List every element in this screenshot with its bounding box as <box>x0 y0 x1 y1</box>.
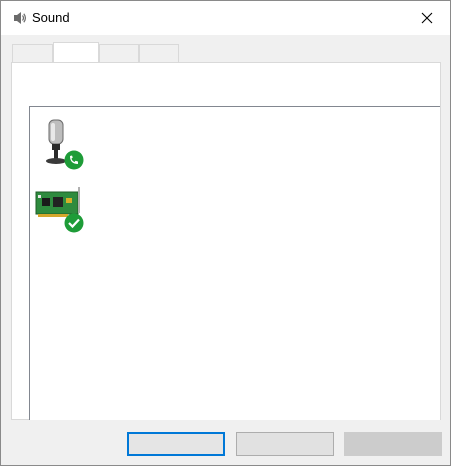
checkmark-status-icon <box>64 213 84 233</box>
tab-1[interactable] <box>12 44 53 63</box>
window-title: Sound <box>32 10 70 25</box>
phone-status-icon <box>64 150 84 170</box>
apply-button[interactable] <box>344 432 442 456</box>
sound-dialog: Sound <box>0 0 451 466</box>
tab-3[interactable] <box>99 44 139 63</box>
tab-4[interactable] <box>139 44 179 63</box>
tab-2[interactable] <box>53 42 99 63</box>
title-bar: Sound <box>1 1 450 35</box>
close-icon <box>421 12 433 24</box>
cancel-button[interactable] <box>236 432 334 456</box>
device-item-sound-card[interactable] <box>34 185 86 237</box>
ok-button[interactable] <box>127 432 225 456</box>
device-list[interactable] <box>29 106 440 420</box>
device-item-microphone[interactable] <box>34 117 86 170</box>
speaker-icon <box>14 12 26 24</box>
close-button[interactable] <box>404 1 450 35</box>
